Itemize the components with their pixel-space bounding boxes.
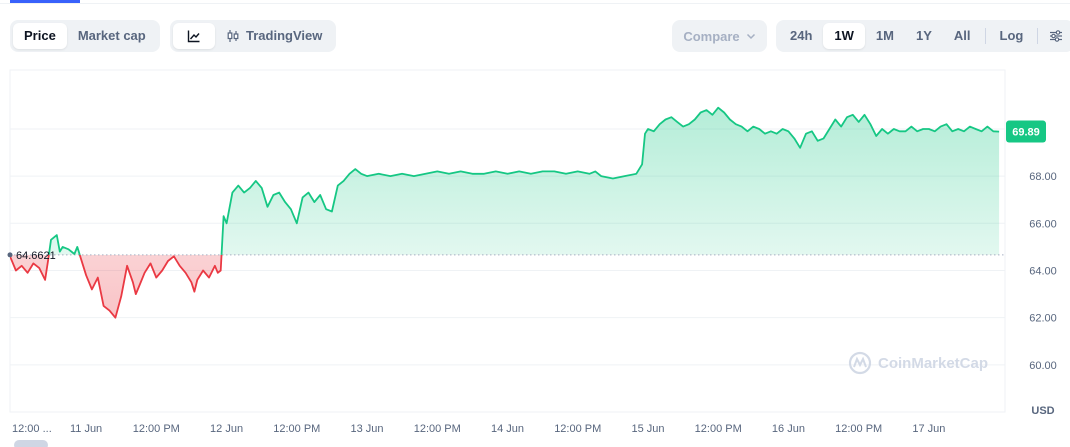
x-tick-label: 12:00 PM [414, 423, 461, 435]
x-tick-label: 13 Jun [351, 423, 384, 435]
chevron-down-icon [746, 33, 755, 40]
tab-price[interactable]: Price [13, 23, 67, 49]
range-all[interactable]: All [943, 23, 982, 49]
y-axis: 60.00 62.00 64.00 66.00 68.00 [1029, 171, 1057, 372]
toolbar-divider [1037, 28, 1039, 44]
range-1m[interactable]: 1M [865, 23, 905, 49]
metric-toggle: Price Market cap [10, 20, 160, 52]
line-chart-icon [187, 30, 200, 43]
currency-label: USD [1031, 405, 1054, 417]
log-scale-button[interactable]: Log [989, 23, 1035, 49]
tradingview-button[interactable]: TradingView [215, 23, 333, 49]
x-tick-label: 12:00 PM [835, 423, 882, 435]
x-tick-label: 12:00 PM [695, 423, 742, 435]
area-above-reference [48, 107, 1000, 255]
price-chart[interactable]: 60.00 62.00 64.00 66.00 68.00 12:00 ... 11 Ju… [0, 60, 1070, 447]
y-tick-label: 66.00 [1029, 218, 1057, 230]
x-tick-label: 15 Jun [631, 423, 664, 435]
compare-dropdown[interactable]: Compare [672, 20, 767, 52]
x-tick-label: 12:00 PM [554, 423, 601, 435]
x-tick-label: 16 Jun [772, 423, 805, 435]
y-tick-label: 64.00 [1029, 265, 1057, 277]
tab-market-cap[interactable]: Market cap [67, 23, 157, 49]
current-price-badge: 69.89 [1006, 120, 1046, 143]
scroll-handle[interactable] [14, 440, 48, 447]
candlestick-icon [227, 30, 239, 42]
x-tick-label: 12 Jun [210, 423, 243, 435]
reference-value: 64.6621 [16, 250, 56, 262]
x-tick-label: 12:00 PM [273, 423, 320, 435]
tradingview-label: TradingView [246, 28, 323, 43]
x-tick-label: 12:00 ... [12, 423, 52, 435]
time-range-toggle: 24h 1W 1M 1Y All Log [776, 20, 1070, 52]
x-axis: 12:00 ... 11 Jun 12:00 PM 12 Jun 12:00 PM 13 … [12, 423, 945, 435]
y-tick-label: 60.00 [1029, 360, 1057, 372]
chart-view-toggle: TradingView [170, 20, 337, 52]
x-tick-label: 17 Jun [912, 423, 945, 435]
top-tab-underline [0, 0, 1070, 4]
x-tick-label: 12:00 PM [133, 423, 180, 435]
toolbar-divider [984, 28, 986, 44]
x-tick-label: 11 Jun [70, 423, 102, 435]
coinmarketcap-watermark: CoinMarketCap [848, 351, 988, 375]
y-tick-label: 68.00 [1029, 171, 1057, 183]
reference-dot [7, 252, 13, 258]
range-1y[interactable]: 1Y [905, 23, 943, 49]
divider [0, 3, 1070, 4]
current-price-value: 69.89 [1012, 127, 1040, 139]
compare-label: Compare [683, 28, 740, 44]
sliders-icon [1050, 30, 1063, 42]
watermark-text: CoinMarketCap [878, 355, 988, 372]
line-chart-button[interactable] [173, 23, 215, 49]
x-tick-label: 14 Jun [491, 423, 524, 435]
y-tick-label: 62.00 [1029, 313, 1057, 325]
range-1w[interactable]: 1W [823, 23, 865, 49]
chart-settings-button[interactable] [1041, 23, 1070, 49]
range-24h[interactable]: 24h [779, 23, 823, 49]
